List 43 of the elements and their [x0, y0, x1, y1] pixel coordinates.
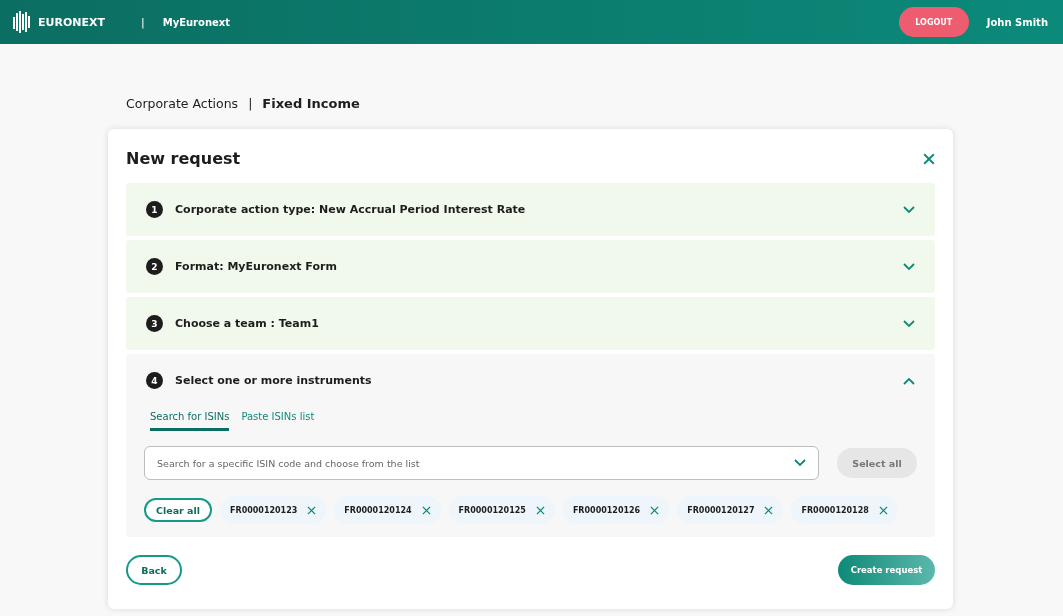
close-icon[interactable] [535, 505, 545, 515]
chip-label: FR0000120125 [458, 505, 526, 515]
chip-label: FR0000120126 [572, 505, 641, 515]
close-icon[interactable] [923, 152, 935, 165]
step-number: 3 [146, 315, 163, 332]
logo-icon [12, 11, 32, 33]
select-all-button[interactable]: Select all [837, 448, 917, 478]
logout-button[interactable]: LOGOUT [898, 7, 969, 37]
separator: | [141, 15, 145, 29]
close-icon[interactable] [307, 505, 317, 515]
expand-icon [903, 262, 915, 271]
search-field[interactable]: Search for a specific ISIN code and choose from the list [144, 446, 819, 480]
clear-all-button[interactable]: Clear all [144, 498, 212, 522]
step-number: 1 [146, 201, 163, 218]
expand-icon [903, 319, 915, 328]
close-icon[interactable] [878, 505, 888, 515]
expand-icon [903, 205, 915, 214]
dialog-title: New request [126, 149, 241, 168]
breadcrumb-link[interactable]: Corporate Actions [126, 95, 239, 111]
create-request-button[interactable]: Create request [838, 555, 935, 585]
close-icon[interactable] [650, 505, 660, 515]
user-name[interactable]: John Smith [986, 16, 1048, 28]
close-icon[interactable] [421, 505, 431, 515]
chip-label: FR0000120127 [687, 505, 755, 515]
chip-label: FR0000120124 [344, 505, 412, 515]
step-label[interactable]: Select one or more instruments [175, 374, 891, 387]
step-label[interactable]: Format: MyEuronext Form [175, 260, 891, 273]
close-icon[interactable] [764, 505, 774, 515]
breadcrumb-separator: | [248, 95, 253, 111]
logo-text: EURONEXT [38, 15, 105, 29]
dropdown-icon [794, 459, 806, 467]
app-name[interactable]: MyEuronext [162, 16, 231, 28]
step-number: 4 [146, 372, 163, 389]
breadcrumb-current: Fixed Income [262, 95, 360, 111]
chip-label: FR0000120123 [230, 505, 298, 515]
tab[interactable]: Paste ISINs list [241, 407, 315, 431]
back-button[interactable]: Back [126, 555, 182, 585]
step-number: 2 [146, 258, 163, 275]
step-label[interactable]: Choose a team : Team1 [175, 317, 891, 330]
chip-label: FR0000120128 [801, 505, 869, 515]
collapse-icon [903, 376, 915, 385]
step-label[interactable]: Corporate action type: New Accrual Period Interest Rate [175, 203, 891, 216]
tab[interactable]: Search for ISINs [150, 407, 230, 431]
